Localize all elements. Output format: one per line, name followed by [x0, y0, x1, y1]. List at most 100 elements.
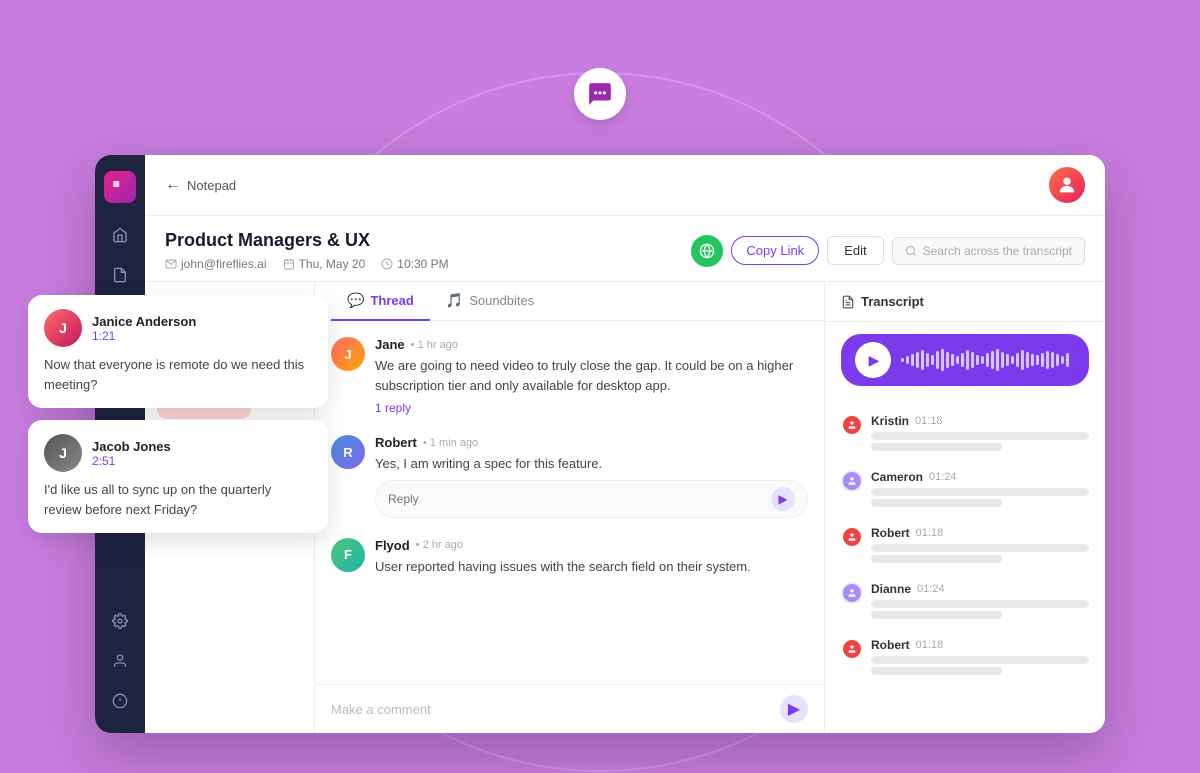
- transcript-item-dianne: Dianne 01:24: [841, 574, 1089, 630]
- app-logo: [574, 68, 626, 120]
- transcript-body-kristin: Kristin 01:18: [871, 414, 1089, 454]
- waveform-bar: [906, 356, 909, 364]
- waveform-bar: [941, 349, 944, 371]
- waveform-bar: [981, 356, 984, 364]
- floating-cards-container: J Janice Anderson 1:21 Now that everyone…: [28, 295, 328, 545]
- transcript-item-kristin: Kristin 01:18: [841, 406, 1089, 462]
- waveform-bar: [1026, 352, 1029, 368]
- comment-text-robert: Yes, I am writing a spec for this featur…: [375, 454, 808, 474]
- meeting-email: john@fireflies.ai: [165, 257, 267, 271]
- transcript-time-kristin: 01:18: [915, 415, 943, 427]
- waveform-bar: [961, 353, 964, 367]
- reply-count-jane[interactable]: 1 reply: [375, 401, 808, 415]
- avatar-flyod-comment: F: [331, 538, 365, 572]
- sidebar-logo: [104, 171, 136, 203]
- reply-input[interactable]: [388, 492, 771, 506]
- transcript-header: Transcript: [825, 282, 1105, 322]
- waveform-bar: [1036, 355, 1039, 365]
- transcript-time-cameron: 01:24: [929, 471, 957, 483]
- comment-send-button[interactable]: ▶: [780, 695, 808, 723]
- transcript-body-robert3: Robert 01:18: [871, 638, 1089, 678]
- card-text-janice: Now that everyone is remote do we need t…: [44, 355, 312, 394]
- meeting-title: Product Managers & UX: [165, 230, 449, 251]
- comment-robert: R Robert • 1 min ago Yes, I am writing a…: [331, 435, 808, 518]
- comment-time-jane: • 1 hr ago: [411, 339, 458, 351]
- avatar-jane-comment: J: [331, 337, 365, 371]
- comment-flyod: F Flyod • 2 hr ago User reported having …: [331, 538, 808, 577]
- comment-body-jane: Jane • 1 hr ago We are going to need vid…: [375, 337, 808, 415]
- waveform-bar: [956, 356, 959, 364]
- copy-link-button[interactable]: Copy Link: [731, 236, 819, 265]
- time-value: 10:30 PM: [397, 257, 448, 271]
- waveform-bar: [1046, 351, 1049, 369]
- waveform-bar: [936, 351, 939, 369]
- comment-text-jane: We are going to need video to truly clos…: [375, 356, 808, 395]
- sidebar-item-settings[interactable]: [104, 605, 136, 637]
- waveform-bar: [916, 352, 919, 368]
- comment-name-flyod: Flyod: [375, 538, 410, 553]
- waveform-bar: [1031, 354, 1034, 366]
- waveform-bar: [1021, 350, 1024, 370]
- transcript-item-robert3: Robert 01:18: [841, 630, 1089, 686]
- comment-placeholder[interactable]: Make a comment: [331, 702, 431, 717]
- back-arrow-icon: ←: [165, 176, 181, 194]
- transcript-time-robert2: 01:18: [916, 527, 944, 539]
- waveform-bar: [1016, 353, 1019, 367]
- waveform-bar: [926, 353, 929, 367]
- waveform-bar: [1056, 354, 1059, 366]
- user-avatar[interactable]: [1049, 167, 1085, 203]
- waveform-bar: [1066, 353, 1069, 367]
- tabs-row: 💬 Thread 🎵 Soundbites: [315, 282, 824, 321]
- transcript-body-dianne: Dianne 01:24: [871, 582, 1089, 622]
- play-icon: ▶: [869, 352, 880, 369]
- transcript-line-r2: [871, 555, 1002, 563]
- waveform-bar: [911, 354, 914, 366]
- reply-send-button[interactable]: ▶: [771, 487, 795, 511]
- waveform-bar: [946, 352, 949, 368]
- tab-thread[interactable]: 💬 Thread: [331, 282, 430, 321]
- waveform-bar: [986, 353, 989, 367]
- waveform-bar: [971, 352, 974, 368]
- date-value: Thu, May 20: [299, 257, 366, 271]
- meeting-actions: Copy Link Edit Search across the transcr…: [691, 235, 1085, 267]
- comment-text-flyod: User reported having issues with the sea…: [375, 557, 808, 577]
- card-name-janice: Janice Anderson: [92, 314, 196, 329]
- search-transcript-input[interactable]: Search across the transcript: [892, 237, 1085, 265]
- waveform-bar: [996, 349, 999, 371]
- waveform: [901, 346, 1075, 374]
- sidebar-item-profile[interactable]: [104, 645, 136, 677]
- thread-content: J Jane • 1 hr ago We are going to need v…: [315, 321, 824, 684]
- meeting-time: 10:30 PM: [381, 257, 448, 271]
- waveform-bar: [931, 355, 934, 365]
- sidebar-item-docs[interactable]: [104, 259, 136, 291]
- transcript-name-dianne: Dianne: [871, 582, 911, 596]
- comment-body-robert: Robert • 1 min ago Yes, I am writing a s…: [375, 435, 808, 518]
- play-button[interactable]: ▶: [855, 342, 891, 378]
- comment-name-robert: Robert: [375, 435, 417, 450]
- transcript-list: Kristin 01:18: [825, 398, 1105, 733]
- edit-button[interactable]: Edit: [827, 236, 883, 265]
- avatar-kristin: [841, 414, 863, 436]
- transcript-body-cameron: Cameron 01:24: [871, 470, 1089, 510]
- avatar-cameron: [841, 470, 863, 492]
- waveform-bar: [1006, 354, 1009, 366]
- transcript-header-label: Transcript: [861, 294, 924, 309]
- transcript-line-c1: [871, 488, 1089, 496]
- back-navigation[interactable]: ← Notepad: [165, 176, 236, 194]
- email-value: john@fireflies.ai: [181, 257, 267, 271]
- sidebar-item-home[interactable]: [104, 219, 136, 251]
- chat-card-janice: J Janice Anderson 1:21 Now that everyone…: [28, 295, 328, 408]
- soundbite-player: ▶: [841, 334, 1089, 386]
- meeting-meta: john@fireflies.ai Thu, May 20: [165, 257, 449, 271]
- transcript-name-robert3: Robert: [871, 638, 910, 652]
- avatar-dianne: [841, 582, 863, 604]
- globe-button[interactable]: [691, 235, 723, 267]
- tab-soundbites[interactable]: 🎵 Soundbites: [430, 282, 551, 321]
- meeting-date: Thu, May 20: [283, 257, 366, 271]
- transcript-line-2: [871, 443, 1002, 451]
- tab-thread-label: Thread: [370, 293, 413, 308]
- waveform-bar: [1051, 352, 1054, 368]
- waveform-bar: [966, 350, 969, 370]
- sidebar-item-info[interactable]: [104, 685, 136, 717]
- meeting-header: Product Managers & UX john@fireflies.ai: [145, 216, 1105, 282]
